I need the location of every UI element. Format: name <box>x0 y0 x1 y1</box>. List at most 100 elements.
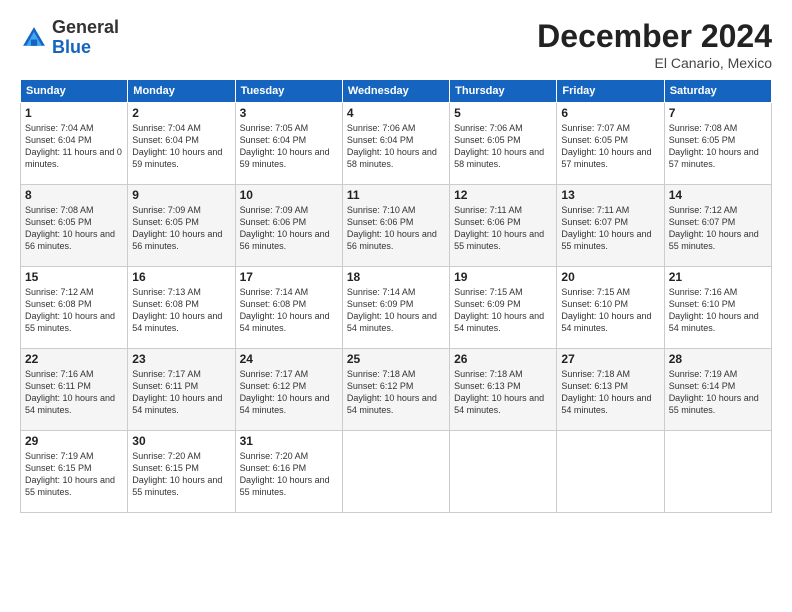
day-number: 11 <box>347 188 445 202</box>
logo-blue-text: Blue <box>52 37 91 57</box>
day-number: 17 <box>240 270 338 284</box>
calendar-cell <box>664 431 771 513</box>
day-info: Sunrise: 7:08 AMSunset: 6:05 PMDaylight:… <box>25 205 115 251</box>
calendar-cell: 14 Sunrise: 7:12 AMSunset: 6:07 PMDaylig… <box>664 185 771 267</box>
day-number: 6 <box>561 106 659 120</box>
day-number: 22 <box>25 352 123 366</box>
day-number: 3 <box>240 106 338 120</box>
day-info: Sunrise: 7:17 AMSunset: 6:12 PMDaylight:… <box>240 369 330 415</box>
calendar-cell <box>450 431 557 513</box>
day-number: 21 <box>669 270 767 284</box>
day-number: 18 <box>347 270 445 284</box>
calendar-cell: 3 Sunrise: 7:05 AMSunset: 6:04 PMDayligh… <box>235 103 342 185</box>
page: General Blue December 2024 El Canario, M… <box>0 0 792 612</box>
day-info: Sunrise: 7:19 AMSunset: 6:14 PMDaylight:… <box>669 369 759 415</box>
day-info: Sunrise: 7:09 AMSunset: 6:06 PMDaylight:… <box>240 205 330 251</box>
calendar-cell: 23 Sunrise: 7:17 AMSunset: 6:11 PMDaylig… <box>128 349 235 431</box>
calendar-cell: 21 Sunrise: 7:16 AMSunset: 6:10 PMDaylig… <box>664 267 771 349</box>
day-number: 31 <box>240 434 338 448</box>
location: El Canario, Mexico <box>537 55 772 71</box>
logo-general-text: General <box>52 17 119 37</box>
calendar-cell <box>342 431 449 513</box>
day-info: Sunrise: 7:18 AMSunset: 6:13 PMDaylight:… <box>561 369 651 415</box>
calendar-cell: 4 Sunrise: 7:06 AMSunset: 6:04 PMDayligh… <box>342 103 449 185</box>
day-number: 7 <box>669 106 767 120</box>
calendar-cell: 12 Sunrise: 7:11 AMSunset: 6:06 PMDaylig… <box>450 185 557 267</box>
day-number: 24 <box>240 352 338 366</box>
day-info: Sunrise: 7:09 AMSunset: 6:05 PMDaylight:… <box>132 205 222 251</box>
day-number: 28 <box>669 352 767 366</box>
day-info: Sunrise: 7:05 AMSunset: 6:04 PMDaylight:… <box>240 123 330 169</box>
calendar-cell: 24 Sunrise: 7:17 AMSunset: 6:12 PMDaylig… <box>235 349 342 431</box>
calendar-cell: 18 Sunrise: 7:14 AMSunset: 6:09 PMDaylig… <box>342 267 449 349</box>
day-number: 4 <box>347 106 445 120</box>
calendar-header-row: SundayMondayTuesdayWednesdayThursdayFrid… <box>21 80 772 103</box>
calendar-cell: 22 Sunrise: 7:16 AMSunset: 6:11 PMDaylig… <box>21 349 128 431</box>
day-info: Sunrise: 7:10 AMSunset: 6:06 PMDaylight:… <box>347 205 437 251</box>
day-info: Sunrise: 7:04 AMSunset: 6:04 PMDaylight:… <box>25 123 122 169</box>
day-info: Sunrise: 7:20 AMSunset: 6:16 PMDaylight:… <box>240 451 330 497</box>
calendar-cell: 6 Sunrise: 7:07 AMSunset: 6:05 PMDayligh… <box>557 103 664 185</box>
day-info: Sunrise: 7:20 AMSunset: 6:15 PMDaylight:… <box>132 451 222 497</box>
calendar-cell: 8 Sunrise: 7:08 AMSunset: 6:05 PMDayligh… <box>21 185 128 267</box>
calendar-week-3: 15 Sunrise: 7:12 AMSunset: 6:08 PMDaylig… <box>21 267 772 349</box>
calendar-cell: 13 Sunrise: 7:11 AMSunset: 6:07 PMDaylig… <box>557 185 664 267</box>
day-info: Sunrise: 7:13 AMSunset: 6:08 PMDaylight:… <box>132 287 222 333</box>
calendar-week-4: 22 Sunrise: 7:16 AMSunset: 6:11 PMDaylig… <box>21 349 772 431</box>
day-info: Sunrise: 7:15 AMSunset: 6:10 PMDaylight:… <box>561 287 651 333</box>
day-info: Sunrise: 7:16 AMSunset: 6:11 PMDaylight:… <box>25 369 115 415</box>
day-number: 8 <box>25 188 123 202</box>
calendar-header-tuesday: Tuesday <box>235 80 342 103</box>
day-info: Sunrise: 7:12 AMSunset: 6:07 PMDaylight:… <box>669 205 759 251</box>
day-number: 5 <box>454 106 552 120</box>
calendar-week-5: 29 Sunrise: 7:19 AMSunset: 6:15 PMDaylig… <box>21 431 772 513</box>
calendar-week-1: 1 Sunrise: 7:04 AMSunset: 6:04 PMDayligh… <box>21 103 772 185</box>
day-info: Sunrise: 7:12 AMSunset: 6:08 PMDaylight:… <box>25 287 115 333</box>
calendar-cell: 20 Sunrise: 7:15 AMSunset: 6:10 PMDaylig… <box>557 267 664 349</box>
day-info: Sunrise: 7:19 AMSunset: 6:15 PMDaylight:… <box>25 451 115 497</box>
day-info: Sunrise: 7:18 AMSunset: 6:12 PMDaylight:… <box>347 369 437 415</box>
day-info: Sunrise: 7:08 AMSunset: 6:05 PMDaylight:… <box>669 123 759 169</box>
calendar-cell: 2 Sunrise: 7:04 AMSunset: 6:04 PMDayligh… <box>128 103 235 185</box>
month-title: December 2024 <box>537 18 772 55</box>
calendar-cell: 10 Sunrise: 7:09 AMSunset: 6:06 PMDaylig… <box>235 185 342 267</box>
title-block: December 2024 El Canario, Mexico <box>537 18 772 71</box>
calendar-cell <box>557 431 664 513</box>
calendar-cell: 26 Sunrise: 7:18 AMSunset: 6:13 PMDaylig… <box>450 349 557 431</box>
day-number: 19 <box>454 270 552 284</box>
day-number: 25 <box>347 352 445 366</box>
day-info: Sunrise: 7:17 AMSunset: 6:11 PMDaylight:… <box>132 369 222 415</box>
logo-icon <box>20 24 48 52</box>
calendar-cell: 15 Sunrise: 7:12 AMSunset: 6:08 PMDaylig… <box>21 267 128 349</box>
calendar-header-sunday: Sunday <box>21 80 128 103</box>
day-number: 9 <box>132 188 230 202</box>
day-number: 23 <box>132 352 230 366</box>
day-info: Sunrise: 7:07 AMSunset: 6:05 PMDaylight:… <box>561 123 651 169</box>
day-info: Sunrise: 7:11 AMSunset: 6:06 PMDaylight:… <box>454 205 544 251</box>
day-info: Sunrise: 7:16 AMSunset: 6:10 PMDaylight:… <box>669 287 759 333</box>
day-number: 20 <box>561 270 659 284</box>
calendar-cell: 27 Sunrise: 7:18 AMSunset: 6:13 PMDaylig… <box>557 349 664 431</box>
calendar-cell: 5 Sunrise: 7:06 AMSunset: 6:05 PMDayligh… <box>450 103 557 185</box>
day-info: Sunrise: 7:04 AMSunset: 6:04 PMDaylight:… <box>132 123 222 169</box>
day-number: 30 <box>132 434 230 448</box>
calendar-header-saturday: Saturday <box>664 80 771 103</box>
day-number: 14 <box>669 188 767 202</box>
day-info: Sunrise: 7:15 AMSunset: 6:09 PMDaylight:… <box>454 287 544 333</box>
day-info: Sunrise: 7:06 AMSunset: 6:05 PMDaylight:… <box>454 123 544 169</box>
day-number: 27 <box>561 352 659 366</box>
day-info: Sunrise: 7:14 AMSunset: 6:08 PMDaylight:… <box>240 287 330 333</box>
calendar-cell: 19 Sunrise: 7:15 AMSunset: 6:09 PMDaylig… <box>450 267 557 349</box>
calendar-header-thursday: Thursday <box>450 80 557 103</box>
calendar-cell: 7 Sunrise: 7:08 AMSunset: 6:05 PMDayligh… <box>664 103 771 185</box>
day-info: Sunrise: 7:14 AMSunset: 6:09 PMDaylight:… <box>347 287 437 333</box>
day-number: 26 <box>454 352 552 366</box>
calendar-week-2: 8 Sunrise: 7:08 AMSunset: 6:05 PMDayligh… <box>21 185 772 267</box>
calendar-body: 1 Sunrise: 7:04 AMSunset: 6:04 PMDayligh… <box>21 103 772 513</box>
calendar-cell: 9 Sunrise: 7:09 AMSunset: 6:05 PMDayligh… <box>128 185 235 267</box>
day-info: Sunrise: 7:06 AMSunset: 6:04 PMDaylight:… <box>347 123 437 169</box>
calendar-cell: 25 Sunrise: 7:18 AMSunset: 6:12 PMDaylig… <box>342 349 449 431</box>
day-number: 10 <box>240 188 338 202</box>
day-info: Sunrise: 7:18 AMSunset: 6:13 PMDaylight:… <box>454 369 544 415</box>
day-number: 13 <box>561 188 659 202</box>
